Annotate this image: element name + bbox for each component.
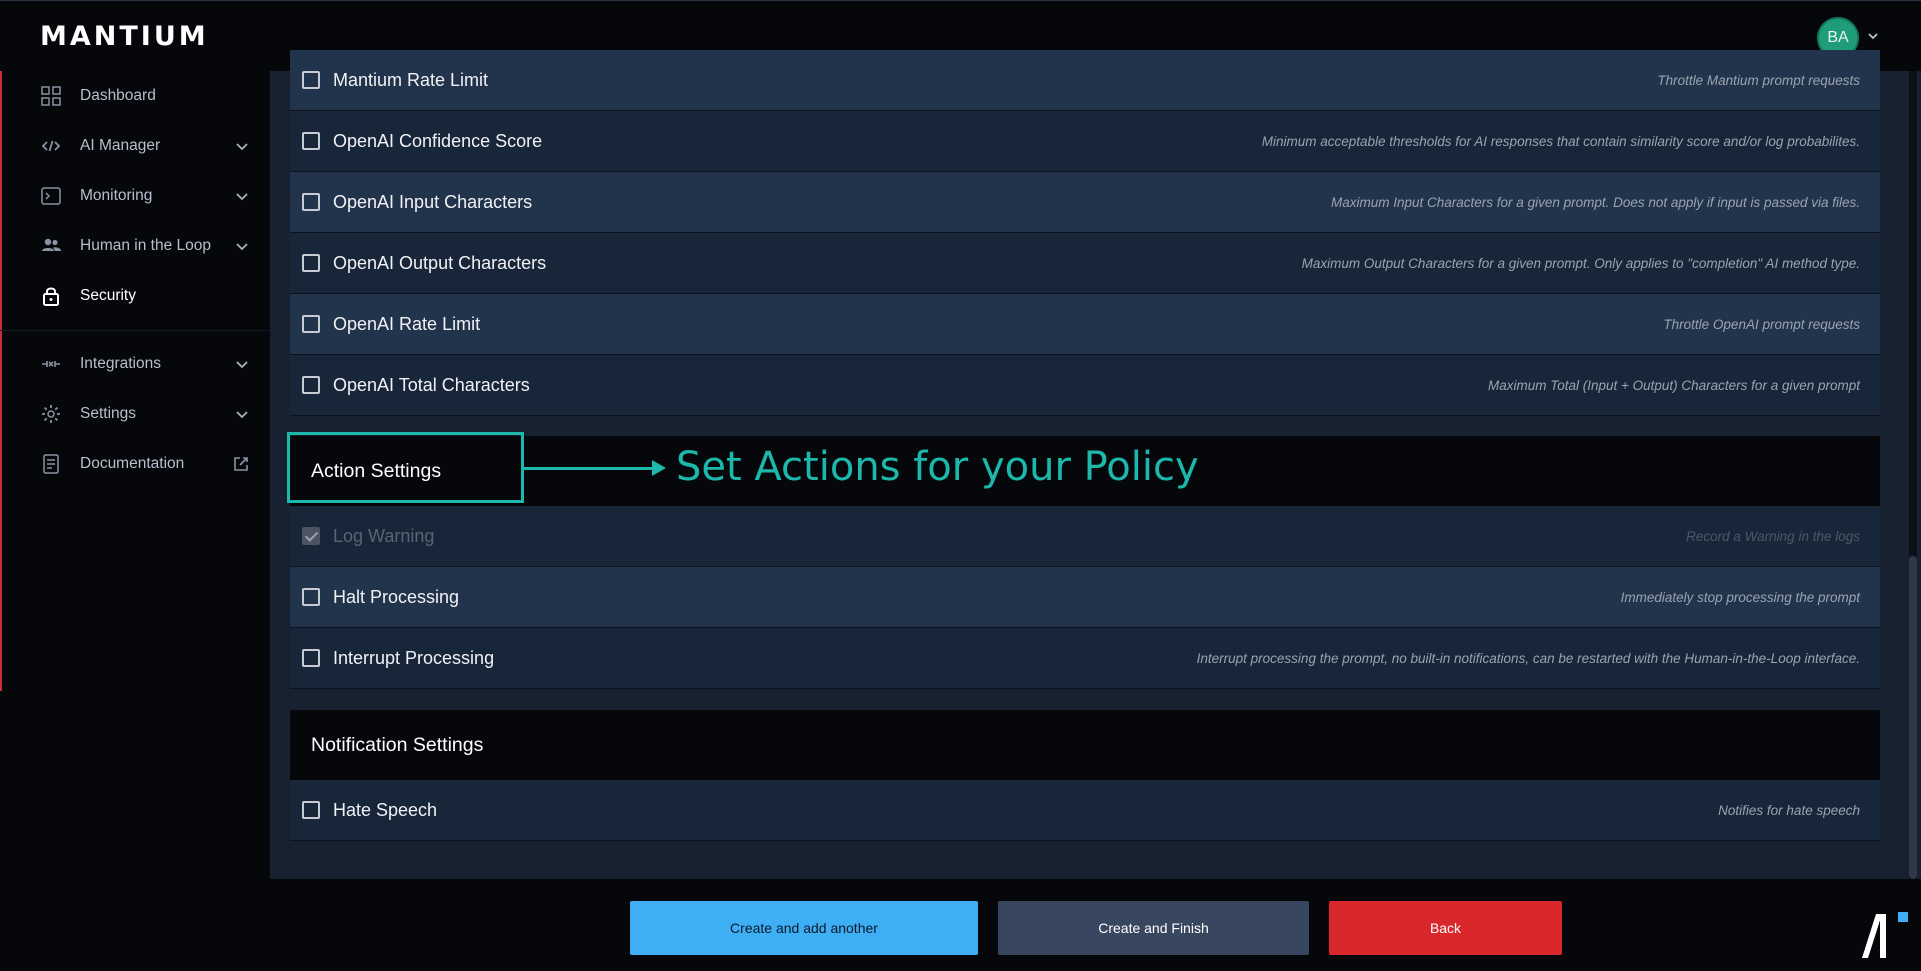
row-description: Throttle Mantium prompt requests xyxy=(1657,72,1860,88)
back-button[interactable]: Back xyxy=(1329,901,1562,955)
action-row: Log Warning Record a Warning in the logs xyxy=(290,506,1880,567)
row-description: Interrupt processing the prompt, no buil… xyxy=(1196,650,1860,666)
checkbox[interactable] xyxy=(302,588,320,606)
row-description: Minimum acceptable thresholds for AI res… xyxy=(1261,133,1860,149)
notification-settings-header: Notification Settings xyxy=(290,710,1880,780)
gear-icon xyxy=(42,405,60,423)
action-row[interactable]: Interrupt Processing Interrupt processin… xyxy=(290,628,1880,689)
row-description: Maximum Input Characters for a given pro… xyxy=(1331,194,1860,210)
row-label: Halt Processing xyxy=(333,586,460,607)
notification-row[interactable]: Hate Speech Notifies for hate speech xyxy=(290,780,1880,841)
row-description: Record a Warning in the logs xyxy=(1686,528,1860,544)
row-label: OpenAI Confidence Score xyxy=(333,130,543,151)
sidebar-divider xyxy=(0,330,270,331)
policy-row[interactable]: OpenAI Output Characters Maximum Output … xyxy=(290,233,1880,294)
sidebar-item-label: Documentation xyxy=(80,455,185,472)
sidebar-item-security[interactable]: Security xyxy=(0,272,270,320)
row-description: Notifies for hate speech xyxy=(1718,802,1860,818)
chevron-down-icon[interactable] xyxy=(1866,29,1880,43)
chevron-down-icon[interactable] xyxy=(234,406,250,422)
checkbox[interactable] xyxy=(302,801,320,819)
chevron-down-icon[interactable] xyxy=(234,138,250,154)
scrollbar-thumb[interactable] xyxy=(1909,556,1917,879)
section-title: Notification Settings xyxy=(311,733,484,756)
sidebar-item-integrations[interactable]: Integrations xyxy=(0,340,270,388)
row-label: OpenAI Output Characters xyxy=(333,252,547,273)
sidebar-item-ai-manager[interactable]: AI Manager xyxy=(0,122,270,170)
checkbox[interactable] xyxy=(302,193,320,211)
row-description: Immediately stop processing the prompt xyxy=(1620,589,1860,605)
checkbox xyxy=(302,527,320,545)
row-label: OpenAI Rate Limit xyxy=(333,313,481,334)
checkbox[interactable] xyxy=(302,376,320,394)
terminal-icon xyxy=(41,187,61,205)
sidebar-item-label: AI Manager xyxy=(80,137,161,154)
checkbox[interactable] xyxy=(302,254,320,272)
policy-row[interactable]: Mantium Rate Limit Throttle Mantium prom… xyxy=(290,50,1880,111)
row-label: OpenAI Input Characters xyxy=(333,191,533,212)
code-icon xyxy=(41,140,61,152)
policy-row[interactable]: OpenAI Confidence Score Minimum acceptab… xyxy=(290,111,1880,172)
highlight-box xyxy=(287,432,524,503)
row-label: Hate Speech xyxy=(333,799,438,820)
annotation-arrow xyxy=(524,467,654,470)
chevron-down-icon[interactable] xyxy=(234,356,250,372)
row-label: OpenAI Total Characters xyxy=(333,374,530,395)
plug-icon xyxy=(42,361,60,367)
create-and-finish-button[interactable]: Create and Finish xyxy=(998,901,1309,955)
row-description: Maximum Total (Input + Output) Character… xyxy=(1487,377,1860,393)
chevron-down-icon[interactable] xyxy=(234,238,250,254)
policy-row[interactable]: OpenAI Total Characters Maximum Total (I… xyxy=(290,355,1880,416)
row-label: Interrupt Processing xyxy=(333,647,495,668)
sidebar-item-label: Dashboard xyxy=(80,87,156,104)
policy-row[interactable]: OpenAI Rate Limit Throttle OpenAI prompt… xyxy=(290,294,1880,355)
create-and-add-another-button[interactable]: Create and add another xyxy=(630,901,978,955)
sidebar-item-label: Monitoring xyxy=(80,187,153,204)
sidebar-item-human-in-the-loop[interactable]: Human in the Loop xyxy=(0,222,270,270)
document-icon xyxy=(43,454,59,474)
sidebar-item-label: Integrations xyxy=(80,355,161,372)
row-label: Mantium Rate Limit xyxy=(333,69,489,90)
policy-row[interactable]: OpenAI Input Characters Maximum Input Ch… xyxy=(290,172,1880,233)
grid-icon xyxy=(41,86,61,106)
sidebar-item-dashboard[interactable]: Dashboard xyxy=(0,72,270,120)
mantium-logo[interactable]: MANTIUM xyxy=(40,21,209,52)
mantium-corner-logo-icon[interactable] xyxy=(1858,908,1912,962)
row-description: Maximum Output Characters for a given pr… xyxy=(1301,255,1860,271)
sidebar-item-label: Security xyxy=(80,287,136,304)
people-icon xyxy=(42,238,61,251)
row-label: Log Warning xyxy=(333,525,435,546)
action-row[interactable]: Halt Processing Immediately stop process… xyxy=(290,567,1880,628)
checkbox[interactable] xyxy=(302,649,320,667)
annotation-text: Set Actions for your Policy xyxy=(676,444,1199,490)
sidebar-item-documentation[interactable]: Documentation xyxy=(0,440,270,488)
checkbox[interactable] xyxy=(302,132,320,150)
row-description: Throttle OpenAI prompt requests xyxy=(1663,316,1860,332)
annotation-arrow-head xyxy=(652,460,666,476)
lock-icon xyxy=(43,287,59,306)
chevron-down-icon[interactable] xyxy=(234,188,250,204)
sidebar-item-monitoring[interactable]: Monitoring xyxy=(0,172,270,220)
sidebar-item-label: Settings xyxy=(80,405,137,422)
sidebar-item-settings[interactable]: Settings xyxy=(0,390,270,438)
sidebar-item-label: Human in the Loop xyxy=(80,237,211,254)
external-link-icon[interactable] xyxy=(232,455,250,473)
checkbox[interactable] xyxy=(302,315,320,333)
checkbox[interactable] xyxy=(302,71,320,89)
